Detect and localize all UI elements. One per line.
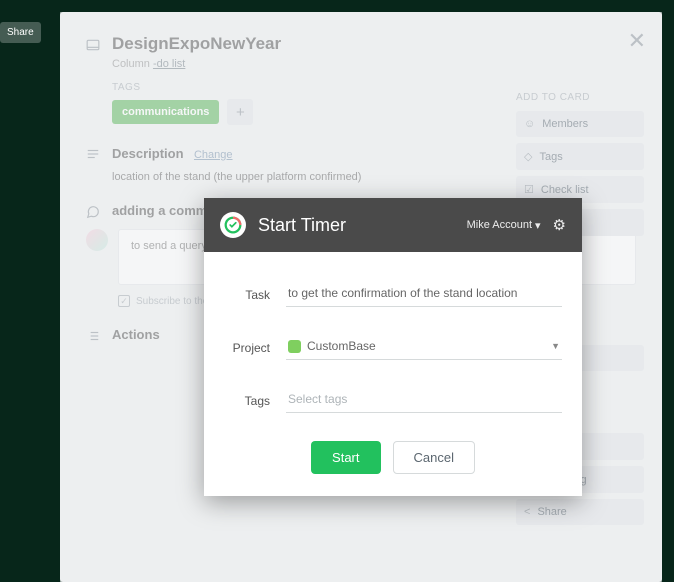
add-tag-button[interactable]: +: [227, 99, 253, 125]
card-subtitle: Column -do list: [112, 58, 636, 70]
share-button[interactable]: <Share: [516, 499, 644, 525]
card-icon: [86, 38, 100, 54]
cancel-button[interactable]: Cancel: [393, 441, 475, 474]
user-icon: ☺: [524, 118, 535, 130]
tag-pill[interactable]: communications: [112, 100, 219, 124]
add-to-card-header: ADD TO CARD: [516, 92, 644, 103]
close-icon[interactable]: ✕: [628, 28, 646, 54]
project-color-icon: [288, 340, 301, 353]
account-switcher[interactable]: Mike Account▾: [467, 219, 541, 232]
comment-icon: [86, 205, 100, 219]
members-button[interactable]: ☺Members: [516, 111, 644, 137]
subscribe-checkbox[interactable]: ✓: [118, 295, 130, 307]
task-label: Task: [224, 288, 270, 302]
description-change-link[interactable]: Change: [194, 149, 233, 161]
tag-icon: ◇: [524, 150, 532, 163]
description-header: Description: [112, 146, 184, 161]
tags-select[interactable]: Select tags: [286, 388, 562, 413]
avatar: [86, 229, 108, 251]
project-select[interactable]: CustomBase ▼: [286, 335, 562, 360]
description-icon: [86, 147, 100, 163]
share-chip[interactable]: Share: [0, 22, 41, 43]
check-icon: ☑: [524, 183, 534, 196]
tags-label: Tags: [224, 394, 270, 408]
actions-header: Actions: [112, 327, 160, 343]
task-input[interactable]: to get the confirmation of the stand loc…: [286, 282, 562, 307]
timer-title: Start Timer: [258, 215, 455, 236]
share-icon: <: [524, 506, 530, 518]
column-link[interactable]: -do list: [153, 58, 185, 70]
gear-icon[interactable]: ⚙: [553, 216, 566, 234]
timer-logo-icon: [220, 212, 246, 238]
tags-button[interactable]: ◇Tags: [516, 143, 644, 170]
actions-icon: [86, 329, 100, 343]
start-timer-popover: Start Timer Mike Account▾ ⚙ Task to get …: [204, 198, 582, 496]
card-title: DesignExpoNewYear: [112, 34, 281, 54]
chevron-down-icon: ▼: [551, 341, 560, 351]
project-label: Project: [224, 341, 270, 355]
start-button[interactable]: Start: [311, 441, 380, 474]
chevron-down-icon: ▾: [535, 219, 541, 232]
